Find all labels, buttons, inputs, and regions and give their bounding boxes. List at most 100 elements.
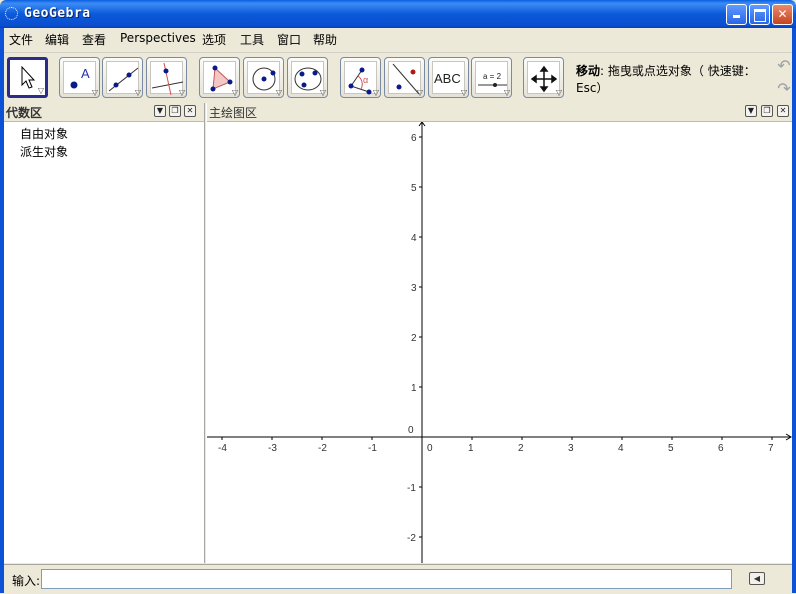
input-help-button[interactable]: ◀ — [749, 572, 765, 585]
algebra-dependent-objects[interactable]: 派生对象 — [20, 143, 68, 160]
x-tick-label: 4 — [618, 443, 624, 454]
redo-button[interactable]: ↷ — [774, 79, 794, 99]
close-icon: ✕ — [779, 106, 787, 115]
y-tick-label: -2 — [407, 533, 416, 544]
dropdown-triangle-icon: ▽ — [319, 88, 326, 97]
close-button[interactable]: ✕ — [772, 4, 793, 25]
dropdown-icon: ▼ — [156, 106, 164, 115]
tool-help-text: 移动: 拖曳或点选对象（ 快速键：Esc） — [576, 64, 756, 95]
close-icon: ✕ — [777, 7, 788, 21]
x-tick-label: 7 — [768, 443, 774, 454]
undock-icon: ❐ — [171, 106, 179, 115]
perpendicular-line-tool-button[interactable]: ▽ — [146, 57, 187, 98]
redo-icon: ↷ — [777, 79, 791, 98]
svg-text:A: A — [81, 66, 90, 81]
coordinate-axes: -4 -3 -2 -1 0 1 2 3 4 5 6 7 6 5 4 3 2 1 0 -1 -2 — [207, 122, 792, 563]
y-tick-label: -1 — [407, 483, 416, 494]
menu-tools[interactable]: 工具 — [240, 31, 264, 48]
circle-tool-button[interactable]: ▽ — [243, 57, 284, 98]
algebra-view-undock-button[interactable]: ❐ — [169, 105, 181, 117]
conic-tool-button[interactable]: ▽ — [287, 57, 328, 98]
algebra-view-title: 代数区 — [6, 106, 43, 120]
x-tick-label: -2 — [318, 443, 327, 454]
graphics-view-close-button[interactable]: ✕ — [777, 105, 789, 117]
toolbar: ▽ A ▽ ▽ ▽ ▽ ▽ ▽ α ▽ ▽ ABC ▽ a = 2 ▽ ▽ 移动… — [4, 52, 792, 103]
reflect-tool-button[interactable]: ▽ — [384, 57, 425, 98]
dropdown-triangle-icon: ▽ — [134, 88, 141, 97]
dropdown-triangle-icon: ▽ — [178, 88, 185, 97]
graphics-view[interactable]: -4 -3 -2 -1 0 1 2 3 4 5 6 7 6 5 4 3 2 1 0 -1 -2 — [207, 122, 792, 563]
y-tick-label: 6 — [411, 133, 417, 144]
x-tick-label: 6 — [718, 443, 724, 454]
dropdown-triangle-icon: ▽ — [416, 88, 423, 97]
x-tick-label: 0 — [427, 443, 433, 454]
x-tick-label: 1 — [468, 443, 474, 454]
menu-edit[interactable]: 编辑 — [45, 31, 69, 48]
input-field[interactable] — [41, 569, 732, 589]
polygon-tool-button[interactable]: ▽ — [199, 57, 240, 98]
y-tick-label: 3 — [411, 283, 417, 294]
origin-label: 0 — [408, 425, 414, 436]
input-bar: 输入: ◀ — [4, 564, 792, 594]
x-tick-label: 2 — [518, 443, 524, 454]
svg-text:a = 2: a = 2 — [483, 72, 502, 81]
algebra-view-close-button[interactable]: ✕ — [184, 105, 196, 117]
title-bar: GeoGebra ✕ — [0, 0, 796, 28]
x-tick-label: 5 — [668, 443, 674, 454]
maximize-icon — [753, 9, 766, 22]
text-tool-button[interactable]: ABC ▽ — [428, 57, 469, 98]
algebra-free-objects[interactable]: 自由对象 — [20, 125, 68, 142]
graphics-view-undock-button[interactable]: ❐ — [761, 105, 773, 117]
dropdown-triangle-icon: ▽ — [37, 86, 44, 95]
menu-bar: 文件 编辑 查看 Perspectives 选项 工具 窗口 帮助 — [4, 28, 792, 50]
menu-perspectives[interactable]: Perspectives — [120, 31, 196, 45]
algebra-view: 自由对象 派生对象 — [4, 122, 204, 563]
dropdown-triangle-icon: ▽ — [91, 88, 98, 97]
dropdown-triangle-icon: ▽ — [555, 88, 562, 97]
undock-icon: ❐ — [763, 106, 771, 115]
move-graphics-tool-button[interactable]: ▽ — [523, 57, 564, 98]
left-triangle-icon: ◀ — [753, 574, 761, 583]
algebra-view-header: 代数区 ▼ ❐ ✕ — [4, 103, 204, 122]
dropdown-icon: ▼ — [747, 106, 755, 115]
undo-icon: ↶ — [777, 56, 791, 75]
y-tick-label: 2 — [411, 333, 417, 344]
dropdown-triangle-icon: ▽ — [275, 88, 282, 97]
menu-help[interactable]: 帮助 — [313, 31, 337, 48]
window-border-right — [792, 28, 796, 593]
maximize-button[interactable] — [749, 4, 770, 25]
minimize-icon — [733, 15, 740, 18]
dropdown-triangle-icon: ▽ — [460, 88, 467, 97]
close-icon: ✕ — [186, 106, 194, 115]
angle-tool-button[interactable]: α ▽ — [340, 57, 381, 98]
algebra-view-menu-button[interactable]: ▼ — [154, 105, 166, 117]
minimize-button[interactable] — [726, 4, 747, 25]
dropdown-triangle-icon: ▽ — [503, 88, 510, 97]
y-tick-label: 1 — [411, 383, 417, 394]
x-tick-label: 3 — [568, 443, 574, 454]
svg-text:ABC: ABC — [434, 71, 461, 86]
window-title: GeoGebra — [24, 6, 91, 21]
line-tool-button[interactable]: ▽ — [102, 57, 143, 98]
graphics-view-title: 主绘图区 — [209, 106, 258, 120]
dropdown-triangle-icon: ▽ — [231, 88, 238, 97]
slider-tool-button[interactable]: a = 2 ▽ — [471, 57, 512, 98]
svg-text:α: α — [363, 75, 368, 85]
dropdown-triangle-icon: ▽ — [372, 88, 379, 97]
input-label: 输入: — [12, 574, 41, 588]
graphics-view-header: 主绘图区 ▼ ❐ ✕ — [207, 103, 792, 122]
y-tick-label: 4 — [411, 233, 417, 244]
new-point-tool-button[interactable]: A ▽ — [59, 57, 100, 98]
undo-button[interactable]: ↶ — [774, 56, 794, 76]
graphics-view-menu-button[interactable]: ▼ — [745, 105, 757, 117]
menu-options[interactable]: 选项 — [202, 31, 226, 48]
menu-file[interactable]: 文件 — [9, 31, 33, 48]
menu-window[interactable]: 窗口 — [277, 31, 301, 48]
x-tick-label: -1 — [368, 443, 377, 454]
x-tick-label: -3 — [268, 443, 277, 454]
menu-view[interactable]: 查看 — [82, 31, 106, 48]
move-tool-button[interactable]: ▽ — [7, 57, 48, 98]
y-tick-label: 5 — [411, 183, 417, 194]
x-tick-label: -4 — [218, 443, 227, 454]
geogebra-app-icon — [5, 7, 18, 20]
